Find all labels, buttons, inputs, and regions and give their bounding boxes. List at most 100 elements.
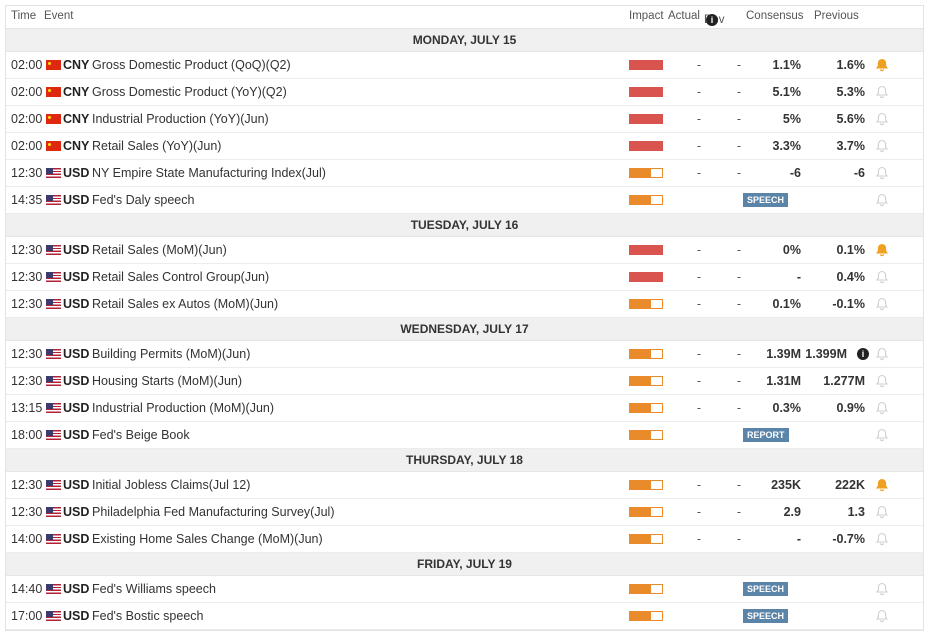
event-time: 02:00 bbox=[11, 85, 43, 99]
table-row[interactable]: 12:30 USD Retail Sales Control Group(Jun) -… bbox=[6, 264, 923, 291]
event-time: 12:30 bbox=[11, 166, 43, 180]
event-name[interactable]: Fed's Daly speech bbox=[92, 193, 194, 207]
event-time: 13:15 bbox=[11, 401, 43, 415]
actual-value: - bbox=[696, 166, 702, 180]
bell-icon[interactable] bbox=[875, 428, 889, 442]
deviation-value: - bbox=[736, 505, 742, 519]
event-name[interactable]: Retail Sales Control Group(Jun) bbox=[92, 270, 269, 284]
table-row[interactable]: 12:30 USD NY Empire State Manufacturing In… bbox=[6, 160, 923, 187]
bell-icon[interactable] bbox=[875, 478, 889, 492]
bell-icon[interactable] bbox=[875, 243, 889, 257]
impact-bar bbox=[629, 584, 663, 594]
event-name[interactable]: Fed's Bostic speech bbox=[92, 609, 203, 623]
table-row[interactable]: 02:00 CNY Retail Sales (YoY)(Jun) - - 3.3% 3.7… bbox=[6, 133, 923, 160]
table-row[interactable]: 12:30 USD Retail Sales (MoM)(Jun) - - 0% 0.1% bbox=[6, 237, 923, 264]
currency-code: USD bbox=[63, 297, 90, 311]
consensus-value: 1.39M bbox=[766, 347, 801, 361]
impact-bar bbox=[629, 87, 663, 97]
consensus-value: 5% bbox=[782, 112, 801, 126]
impact-bar bbox=[629, 534, 663, 544]
currency-code: USD bbox=[63, 193, 90, 207]
event-name[interactable]: Industrial Production (MoM)(Jun) bbox=[92, 401, 274, 415]
table-row[interactable]: 12:30 USD Building Permits (MoM)(Jun) - - 1.3… bbox=[6, 341, 923, 368]
table-row[interactable]: 14:35 USD Fed's Daly speech SPEECH bbox=[6, 187, 923, 214]
bell-icon[interactable] bbox=[875, 347, 889, 361]
bell-icon[interactable] bbox=[875, 112, 889, 126]
event-time: 02:00 bbox=[11, 58, 43, 72]
bell-icon[interactable] bbox=[875, 505, 889, 519]
table-row[interactable]: 12:30 USD Retail Sales ex Autos (MoM)(Jun)… bbox=[6, 291, 923, 318]
deviation-value: - bbox=[736, 85, 742, 99]
col-previous[interactable]: Previous bbox=[814, 10, 859, 22]
event-time: 14:35 bbox=[11, 193, 43, 207]
col-actual[interactable]: Actual bbox=[668, 10, 700, 22]
table-row[interactable]: 13:15 USD Industrial Production (MoM)(Jun)… bbox=[6, 395, 923, 422]
bell-icon[interactable] bbox=[875, 193, 889, 207]
event-name[interactable]: NY Empire State Manufacturing Index(Jul) bbox=[92, 166, 326, 180]
currency-code: USD bbox=[63, 609, 90, 623]
event-name[interactable]: Gross Domestic Product (QoQ)(Q2) bbox=[92, 58, 291, 72]
event-name[interactable]: Industrial Production (YoY)(Jun) bbox=[92, 112, 269, 126]
table-row[interactable]: 02:00 CNY Industrial Production (YoY)(Jun)… bbox=[6, 106, 923, 133]
bell-icon[interactable] bbox=[875, 582, 889, 596]
event-time: 12:30 bbox=[11, 478, 43, 492]
bell-icon[interactable] bbox=[875, 609, 889, 623]
deviation-value: - bbox=[736, 478, 742, 492]
event-name[interactable]: Fed's Beige Book bbox=[92, 428, 190, 442]
previous-value: 1.6% bbox=[836, 58, 866, 72]
bell-icon[interactable] bbox=[875, 166, 889, 180]
bell-icon[interactable] bbox=[875, 270, 889, 284]
table-row[interactable]: 14:00 USD Existing Home Sales Change (MoM)… bbox=[6, 526, 923, 553]
col-event[interactable]: Event bbox=[44, 10, 73, 22]
event-name[interactable]: Gross Domestic Product (YoY)(Q2) bbox=[92, 85, 287, 99]
table-row[interactable]: 18:00 USD Fed's Beige Book REPORT bbox=[6, 422, 923, 449]
actual-value: - bbox=[696, 374, 702, 388]
table-row[interactable]: 14:40 USD Fed's Williams speech SPEECH bbox=[6, 576, 923, 603]
us-flag-icon bbox=[46, 245, 61, 255]
table-row[interactable]: 02:00 CNY Gross Domestic Product (QoQ)(Q2)… bbox=[6, 52, 923, 79]
info-icon[interactable]: i bbox=[857, 348, 869, 360]
bell-icon[interactable] bbox=[875, 85, 889, 99]
impact-bar bbox=[629, 507, 663, 517]
event-name[interactable]: Retail Sales (MoM)(Jun) bbox=[92, 243, 227, 257]
col-time[interactable]: Time bbox=[11, 10, 36, 22]
bell-icon[interactable] bbox=[875, 139, 889, 153]
event-name[interactable]: Fed's Williams speech bbox=[92, 582, 216, 596]
event-name[interactable]: Building Permits (MoM)(Jun) bbox=[92, 347, 250, 361]
consensus-value: -6 bbox=[789, 166, 801, 180]
deviation-value: - bbox=[736, 112, 742, 126]
event-name[interactable]: Retail Sales ex Autos (MoM)(Jun) bbox=[92, 297, 278, 311]
actual-value: - bbox=[696, 85, 702, 99]
table-row[interactable]: 12:30 USD Housing Starts (MoM)(Jun) - - 1.31M… bbox=[6, 368, 923, 395]
bell-icon[interactable] bbox=[875, 374, 889, 388]
currency-code: USD bbox=[63, 428, 90, 442]
currency-code: USD bbox=[63, 166, 90, 180]
col-consensus[interactable]: Consensus bbox=[746, 10, 804, 22]
currency-code: USD bbox=[63, 478, 90, 492]
bell-icon[interactable] bbox=[875, 401, 889, 415]
actual-value: - bbox=[696, 401, 702, 415]
bell-icon[interactable] bbox=[875, 297, 889, 311]
previous-value: -0.7% bbox=[832, 532, 865, 546]
event-time: 12:30 bbox=[11, 243, 43, 257]
impact-bar bbox=[629, 168, 663, 178]
currency-code: CNY bbox=[63, 139, 90, 153]
event-name[interactable]: Housing Starts (MoM)(Jun) bbox=[92, 374, 242, 388]
bell-icon[interactable] bbox=[875, 58, 889, 72]
us-flag-icon bbox=[46, 534, 61, 544]
event-time: 18:00 bbox=[11, 428, 43, 442]
table-row[interactable]: 12:30 USD Initial Jobless Claims(Jul 12) - -… bbox=[6, 472, 923, 499]
event-name[interactable]: Initial Jobless Claims(Jul 12) bbox=[92, 478, 250, 492]
bell-icon[interactable] bbox=[875, 532, 889, 546]
event-name[interactable]: Philadelphia Fed Manufacturing Survey(Ju… bbox=[92, 505, 335, 519]
event-time: 17:00 bbox=[11, 609, 43, 623]
event-name[interactable]: Retail Sales (YoY)(Jun) bbox=[92, 139, 221, 153]
event-name[interactable]: Existing Home Sales Change (MoM)(Jun) bbox=[92, 532, 323, 546]
currency-code: USD bbox=[63, 270, 90, 284]
info-icon[interactable]: i bbox=[706, 14, 718, 26]
col-impact[interactable]: Impact bbox=[629, 10, 664, 22]
table-row[interactable]: 02:00 CNY Gross Domestic Product (YoY)(Q2)… bbox=[6, 79, 923, 106]
table-row[interactable]: 17:00 USD Fed's Bostic speech SPEECH bbox=[6, 603, 923, 630]
actual-value: - bbox=[696, 532, 702, 546]
table-row[interactable]: 12:30 USD Philadelphia Fed Manufacturing S… bbox=[6, 499, 923, 526]
